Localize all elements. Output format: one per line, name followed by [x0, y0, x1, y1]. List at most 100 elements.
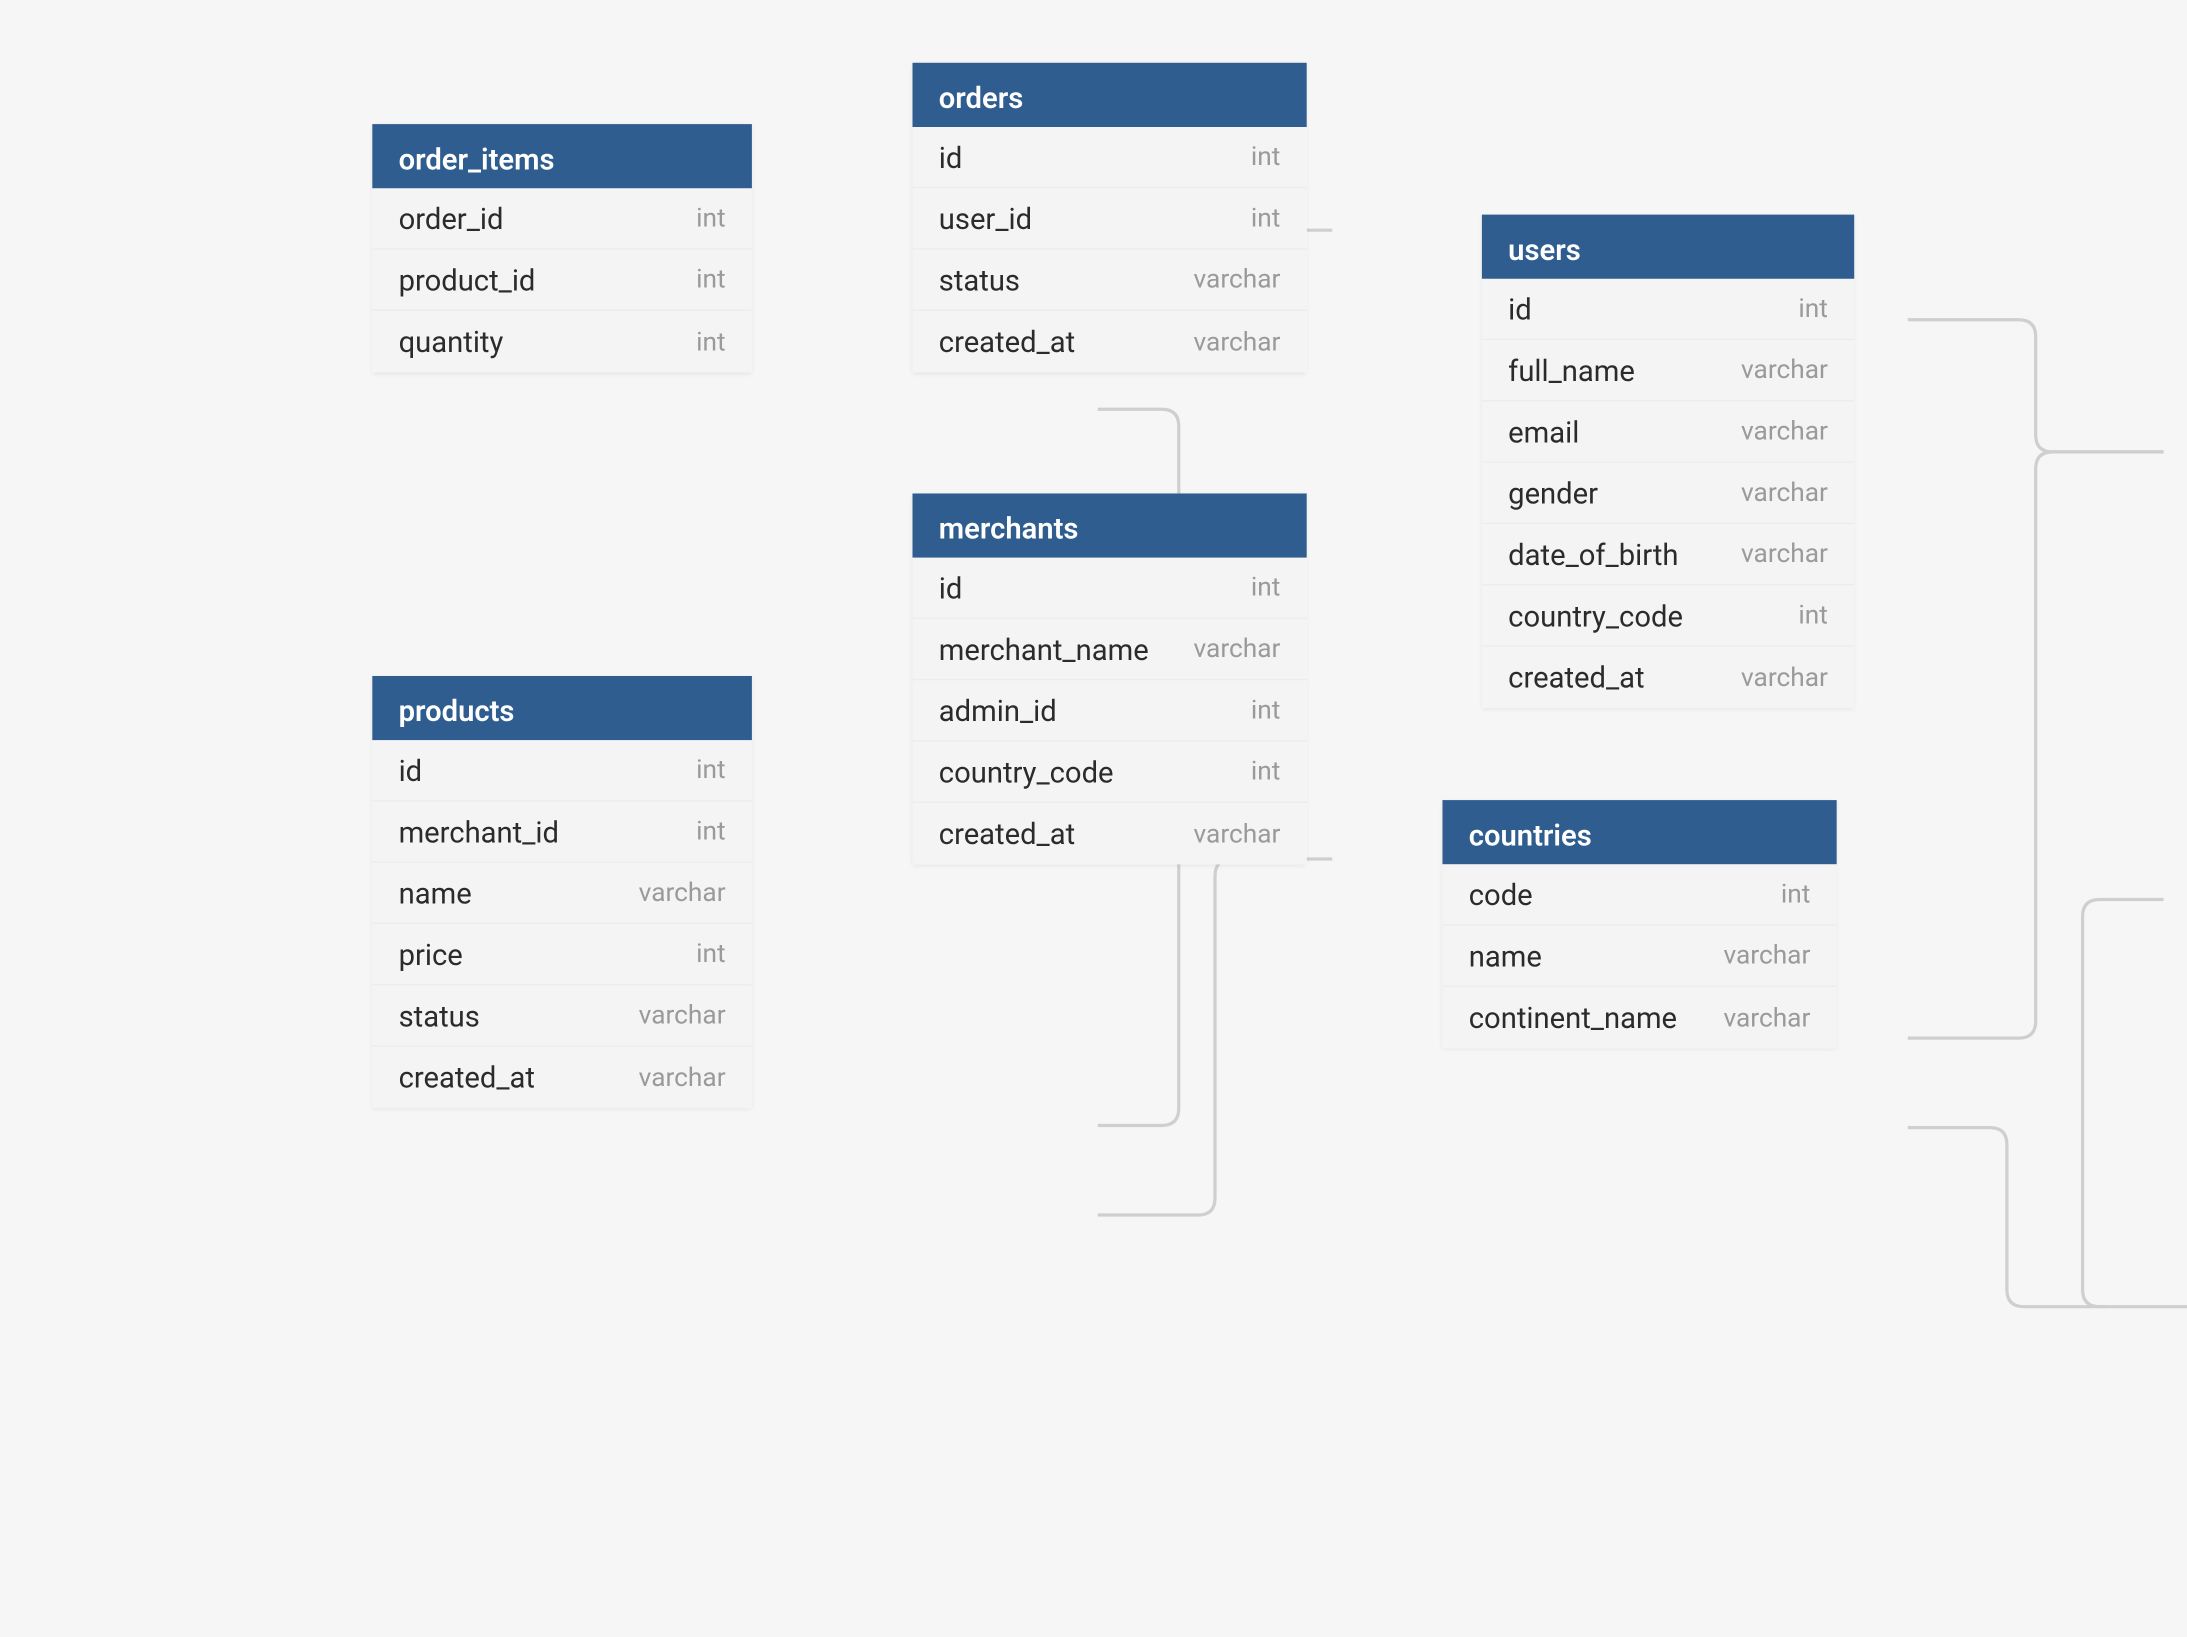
column-type: int: [1798, 293, 1828, 324]
table-users[interactable]: usersidintfull_namevarcharemailvarcharge…: [1482, 215, 1854, 708]
column-row[interactable]: product_id int: [372, 250, 752, 311]
table-products[interactable]: productsidintmerchant_idintnamevarcharpr…: [372, 676, 752, 1108]
column-name: name: [399, 875, 472, 910]
column-name: merchant_id: [399, 814, 559, 849]
relationship-line: [1098, 859, 1332, 1215]
column-type: varchar: [1193, 326, 1280, 357]
relationship-line: [1908, 320, 2164, 452]
column-type: int: [696, 203, 726, 234]
column-row[interactable]: country_code int: [1482, 585, 1854, 646]
column-type: int: [1251, 756, 1281, 787]
column-row[interactable]: status varchar: [372, 986, 752, 1047]
column-type: varchar: [1741, 416, 1828, 447]
column-name: created_at: [939, 324, 1075, 359]
column-row[interactable]: id int: [372, 740, 752, 801]
column-row[interactable]: price int: [372, 924, 752, 985]
column-name: name: [1469, 938, 1542, 973]
column-type: int: [696, 326, 726, 357]
column-type: int: [1781, 879, 1811, 910]
column-name: full_name: [1508, 353, 1635, 388]
column-name: created_at: [939, 816, 1075, 851]
column-row[interactable]: merchant_name varchar: [913, 619, 1307, 680]
column-type: varchar: [1741, 355, 1828, 386]
column-name: country_code: [939, 754, 1114, 789]
column-row[interactable]: name varchar: [372, 863, 752, 924]
table-order_items[interactable]: order_itemsorder_idintproduct_idintquant…: [372, 124, 752, 372]
column-type: varchar: [1741, 539, 1828, 570]
relationship-line: [2083, 900, 2187, 1307]
column-row[interactable]: id int: [1482, 279, 1854, 340]
column-type: int: [1251, 695, 1281, 726]
column-name: quantity: [399, 324, 504, 359]
column-type: int: [1251, 203, 1281, 234]
column-row[interactable]: quantity int: [372, 311, 752, 372]
column-type: int: [696, 264, 726, 295]
column-row[interactable]: admin_id int: [913, 680, 1307, 741]
column-name: merchant_name: [939, 631, 1149, 666]
column-name: status: [939, 262, 1020, 297]
table-header-users: users: [1482, 215, 1854, 279]
column-type: int: [1798, 600, 1828, 631]
column-name: country_code: [1508, 598, 1683, 633]
table-merchants[interactable]: merchantsidintmerchant_namevarcharadmin_…: [913, 493, 1307, 864]
table-countries[interactable]: countriescodeintnamevarcharcontinent_nam…: [1442, 800, 1836, 1048]
column-name: product_id: [399, 262, 536, 297]
column-row[interactable]: country_code int: [913, 742, 1307, 803]
column-name: admin_id: [939, 693, 1057, 728]
column-type: varchar: [1741, 477, 1828, 508]
column-row[interactable]: created_at varchar: [913, 311, 1307, 372]
column-type: varchar: [639, 1062, 726, 1093]
column-name: created_at: [399, 1060, 535, 1095]
column-type: varchar: [639, 877, 726, 908]
column-type: varchar: [1193, 634, 1280, 665]
column-name: code: [1469, 877, 1533, 912]
column-name: id: [1508, 291, 1532, 326]
column-name: id: [939, 139, 963, 174]
table-header-order_items: order_items: [372, 124, 752, 188]
column-name: price: [399, 937, 463, 972]
column-name: created_at: [1508, 660, 1644, 695]
column-row[interactable]: email varchar: [1482, 402, 1854, 463]
column-name: gender: [1508, 475, 1598, 510]
relationship-line: [1908, 1128, 2106, 1307]
column-type: varchar: [1723, 940, 1810, 971]
column-name: id: [939, 570, 963, 605]
column-row[interactable]: order_id int: [372, 188, 752, 249]
column-row[interactable]: name varchar: [1442, 926, 1836, 987]
column-type: varchar: [1193, 818, 1280, 849]
column-name: user_id: [939, 201, 1032, 236]
column-row[interactable]: id int: [913, 127, 1307, 188]
column-name: id: [399, 753, 423, 788]
column-name: order_id: [399, 201, 504, 236]
column-type: int: [696, 939, 726, 970]
relationship-line: [1908, 452, 2164, 1038]
column-name: status: [399, 998, 480, 1033]
table-header-merchants: merchants: [913, 493, 1307, 557]
table-orders[interactable]: ordersidintuser_idintstatusvarcharcreate…: [913, 63, 1307, 373]
column-row[interactable]: continent_name varchar: [1442, 987, 1836, 1048]
column-row[interactable]: user_id int: [913, 188, 1307, 249]
column-row[interactable]: created_atvarchar: [1482, 647, 1854, 708]
column-type: int: [1251, 142, 1281, 173]
column-type: int: [696, 816, 726, 847]
column-row[interactable]: id int: [913, 558, 1307, 619]
column-type: varchar: [1193, 264, 1280, 295]
column-type: int: [1251, 572, 1281, 603]
column-row[interactable]: created_at varchar: [913, 803, 1307, 864]
column-type: varchar: [639, 1000, 726, 1031]
column-type: varchar: [1723, 1002, 1810, 1033]
column-row[interactable]: merchant_id int: [372, 802, 752, 863]
column-name: email: [1508, 414, 1579, 449]
table-header-countries: countries: [1442, 800, 1836, 864]
column-row[interactable]: date_of_birthvarchar: [1482, 524, 1854, 585]
column-name: continent_name: [1469, 1000, 1677, 1035]
column-row[interactable]: code int: [1442, 864, 1836, 925]
er-diagram-canvas[interactable]: order_itemsorder_idintproduct_idintquant…: [0, 0, 2187, 1637]
table-header-orders: orders: [913, 63, 1307, 127]
column-row[interactable]: status varchar: [913, 250, 1307, 311]
column-row[interactable]: full_name varchar: [1482, 340, 1854, 401]
column-row[interactable]: created_at varchar: [372, 1047, 752, 1108]
column-row[interactable]: gender varchar: [1482, 463, 1854, 524]
column-type: int: [696, 755, 726, 786]
table-header-products: products: [372, 676, 752, 740]
